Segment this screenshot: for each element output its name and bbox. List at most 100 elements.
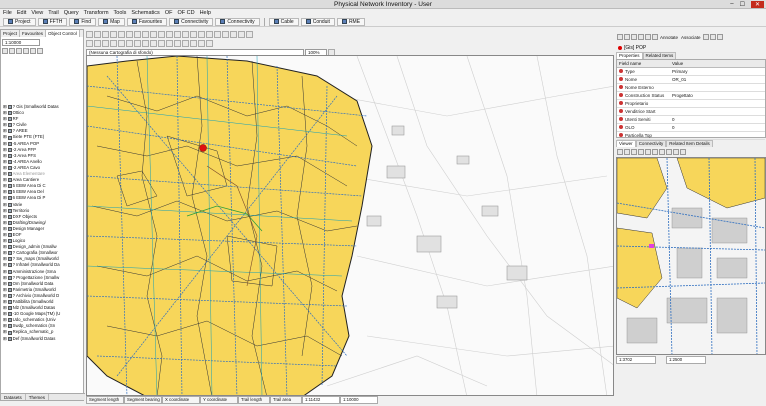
field-value[interactable]: Progettato bbox=[670, 91, 765, 100]
tree-item[interactable]: ⊞ Def (Smallworld Datas bbox=[3, 336, 83, 342]
menu-trail[interactable]: Trail bbox=[48, 10, 59, 16]
field-value[interactable]: Primary bbox=[670, 67, 765, 76]
column-field-name[interactable]: Field name bbox=[617, 60, 670, 68]
grid-icon[interactable] bbox=[214, 30, 221, 38]
annotate-menu[interactable]: Annotate bbox=[659, 35, 679, 40]
zoom-out-icon[interactable] bbox=[624, 148, 630, 155]
menu-schematics[interactable]: Schematics bbox=[131, 10, 159, 16]
info-icon[interactable] bbox=[230, 30, 237, 38]
map-button[interactable]: Map bbox=[98, 17, 125, 26]
trail-icon[interactable] bbox=[158, 30, 165, 38]
tab-datasets[interactable]: Datasets bbox=[1, 394, 26, 400]
pan-icon[interactable] bbox=[631, 148, 637, 155]
print-icon[interactable] bbox=[174, 30, 181, 38]
pan-icon[interactable] bbox=[102, 30, 109, 38]
edit-icon[interactable] bbox=[86, 39, 93, 47]
delete-icon[interactable] bbox=[631, 34, 637, 40]
redraw-icon[interactable] bbox=[126, 30, 133, 38]
cable-button[interactable]: Cable bbox=[268, 17, 299, 26]
zoom-out-icon[interactable] bbox=[94, 30, 101, 38]
highlight-icon[interactable] bbox=[174, 39, 181, 47]
zoom-to-icon[interactable] bbox=[645, 34, 651, 40]
expand-icon[interactable] bbox=[30, 48, 36, 54]
new-icon[interactable] bbox=[617, 34, 623, 40]
property-row[interactable]: Type Primary bbox=[617, 67, 765, 76]
connectivity-button[interactable]: Connectivity bbox=[169, 17, 214, 26]
refresh-icon[interactable] bbox=[666, 148, 672, 155]
column-value[interactable]: Value bbox=[670, 60, 765, 68]
collapse-icon[interactable] bbox=[37, 48, 43, 54]
close-icon[interactable] bbox=[716, 34, 723, 40]
menu-of-cd[interactable]: OF CD bbox=[177, 10, 194, 16]
layer-icon[interactable] bbox=[166, 30, 173, 38]
select-icon[interactable] bbox=[16, 48, 22, 54]
settings-icon[interactable] bbox=[246, 30, 253, 38]
tab-object-control[interactable]: Object Control bbox=[46, 30, 80, 37]
move-icon[interactable] bbox=[118, 39, 125, 47]
refresh-icon[interactable] bbox=[638, 34, 644, 40]
bookmark-icon[interactable] bbox=[190, 39, 197, 47]
select-icon[interactable] bbox=[652, 148, 658, 155]
expand-icon[interactable]: ⊞ bbox=[3, 336, 7, 342]
merge-icon[interactable] bbox=[142, 39, 149, 47]
rme-button[interactable]: RME bbox=[336, 17, 366, 26]
minimize-button[interactable]: – bbox=[730, 1, 733, 8]
menu-tools[interactable]: Tools bbox=[114, 10, 127, 16]
paste-icon[interactable] bbox=[190, 30, 197, 38]
visible-icon[interactable] bbox=[9, 48, 15, 54]
draw-area-icon[interactable] bbox=[102, 39, 109, 47]
menu-of[interactable]: OF bbox=[165, 10, 173, 16]
zoom-in-icon[interactable] bbox=[86, 30, 93, 38]
status-field[interactable]: 1:11432 bbox=[302, 396, 340, 404]
property-row[interactable]: Utenti Serviti 0 bbox=[617, 115, 765, 124]
text-icon[interactable] bbox=[150, 39, 157, 47]
property-row[interactable]: Proprietario bbox=[617, 99, 765, 108]
property-row[interactable]: Nome OR_01 bbox=[617, 75, 765, 84]
property-row[interactable]: Construction Status Progettato bbox=[617, 91, 765, 100]
delete-icon[interactable] bbox=[126, 39, 133, 47]
split-icon[interactable] bbox=[134, 39, 141, 47]
redo-icon[interactable] bbox=[206, 30, 213, 38]
field-value[interactable] bbox=[670, 107, 765, 116]
zoom-to-icon[interactable] bbox=[142, 30, 149, 38]
scale-combo[interactable]: 1:10000 bbox=[2, 39, 40, 46]
previous-view-icon[interactable] bbox=[110, 30, 117, 38]
menu-edit[interactable]: Edit bbox=[17, 10, 26, 16]
ffth-button[interactable]: FFTH bbox=[37, 17, 68, 26]
pop-marker[interactable] bbox=[199, 144, 207, 152]
snap-icon[interactable] bbox=[222, 30, 229, 38]
measure-icon[interactable] bbox=[150, 30, 157, 38]
conduit-button[interactable]: Conduit bbox=[300, 17, 335, 26]
help-icon[interactable] bbox=[206, 39, 213, 47]
associate-menu[interactable]: Associate bbox=[680, 35, 702, 40]
favourites-button[interactable]: Favourites bbox=[126, 17, 168, 26]
highlight-icon[interactable] bbox=[652, 34, 658, 40]
undo-icon[interactable] bbox=[198, 30, 205, 38]
maximize-button[interactable]: ☐ bbox=[740, 1, 745, 8]
tab-related-item-details[interactable]: Related Item Details bbox=[666, 140, 713, 147]
map-canvas[interactable] bbox=[86, 55, 614, 396]
field-value[interactable]: 0 bbox=[670, 123, 765, 132]
menu-file[interactable]: File bbox=[3, 10, 12, 16]
field-value[interactable]: 0 bbox=[670, 115, 765, 124]
tab-viewer[interactable]: Viewer bbox=[616, 140, 636, 147]
back-icon[interactable] bbox=[638, 148, 644, 155]
forward-icon[interactable] bbox=[645, 148, 651, 155]
viewer-zoom-combo[interactable]: 1:2500 bbox=[666, 356, 706, 364]
tab-project[interactable]: Project bbox=[1, 30, 21, 37]
close-button[interactable]: ✕ bbox=[750, 1, 764, 8]
lock-icon[interactable] bbox=[23, 48, 29, 54]
draw-line-icon[interactable] bbox=[94, 39, 101, 47]
filter-icon[interactable] bbox=[238, 30, 245, 38]
copy-icon[interactable] bbox=[182, 30, 189, 38]
connectivity-button-2[interactable]: Connectivity bbox=[215, 17, 260, 26]
menu-transform[interactable]: Transform bbox=[84, 10, 109, 16]
copy-icon[interactable] bbox=[702, 34, 709, 40]
annotate-icon[interactable] bbox=[166, 39, 173, 47]
project-button[interactable]: Project bbox=[3, 17, 36, 26]
property-row[interactable]: OLO 0 bbox=[617, 123, 765, 132]
field-value[interactable] bbox=[670, 99, 765, 108]
rotate-icon[interactable] bbox=[110, 39, 117, 47]
service-area-polygon[interactable] bbox=[87, 56, 373, 396]
measure-icon[interactable] bbox=[659, 148, 665, 155]
